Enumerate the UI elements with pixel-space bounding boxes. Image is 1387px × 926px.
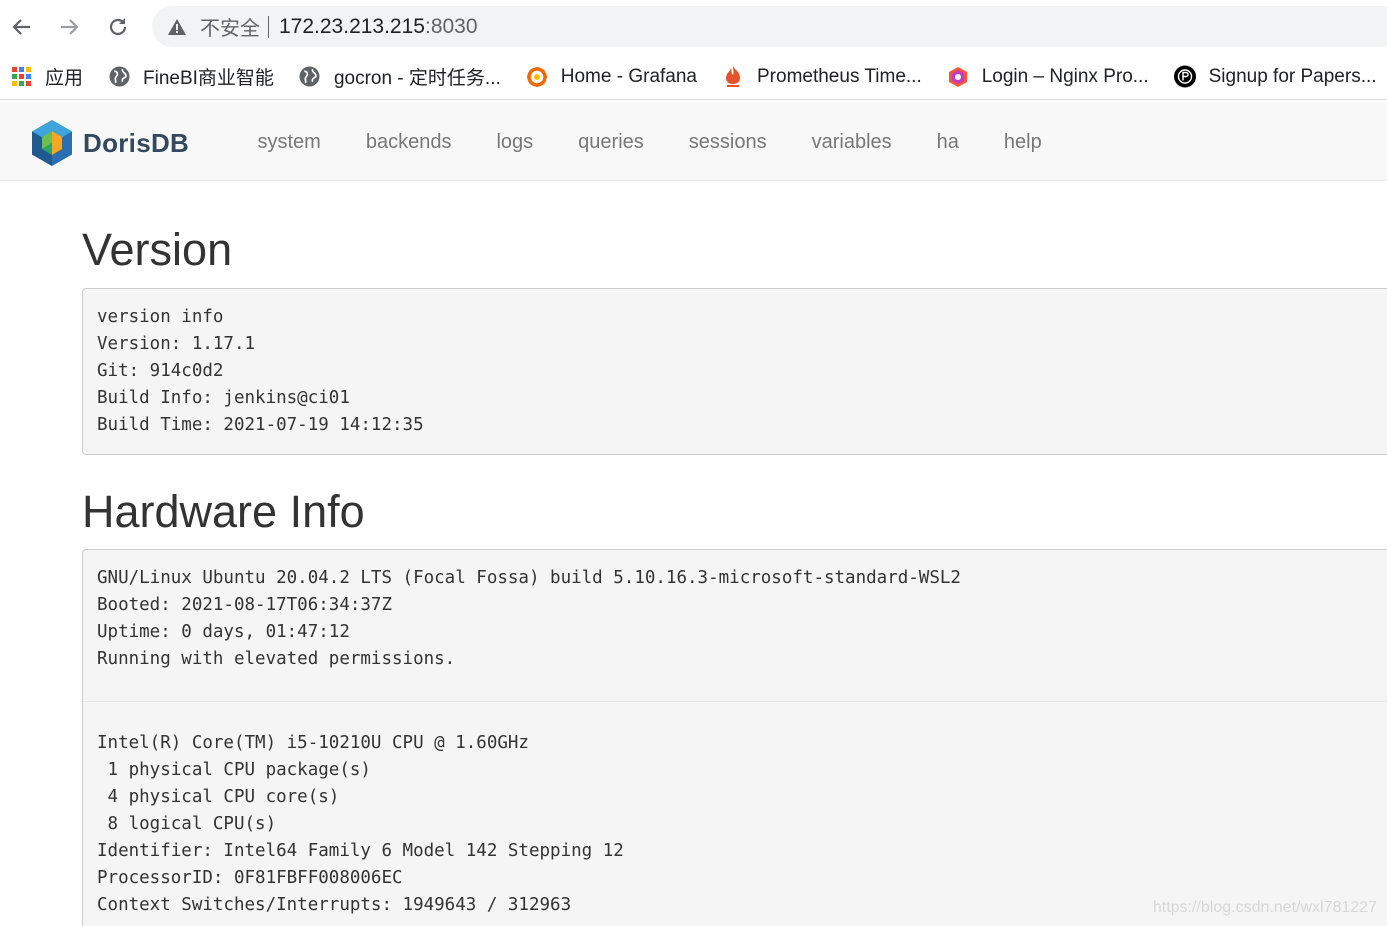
bookmarks-bar: 应用 FineBI商业智能 gocron - 定时任务... Home - Gr… <box>0 54 1387 100</box>
url-host: 172.23.213.215 <box>279 14 425 38</box>
version-heading: Version <box>82 224 233 275</box>
nav-logs[interactable]: logs <box>474 131 556 154</box>
reload-button[interactable] <box>104 10 132 44</box>
globe-icon <box>299 66 321 88</box>
reload-icon <box>109 18 127 36</box>
security-label[interactable]: 不安全 <box>200 12 260 41</box>
cpu-info-text: Intel(R) Core(TM) i5-10210U CPU @ 1.60GH… <box>97 733 624 915</box>
nav-variables[interactable]: variables <box>789 131 914 154</box>
nav-help[interactable]: help <box>981 131 1064 154</box>
watermark: https://blog.csdn.net/wxl781227 <box>1152 899 1377 916</box>
address-bar[interactable]: 不安全 172.23.213.215 :8030 <box>152 6 1387 47</box>
nav-ha[interactable]: ha <box>914 131 981 154</box>
browser-toolbar: 不安全 172.23.213.215 :8030 <box>0 0 1387 54</box>
globe-icon <box>108 66 130 88</box>
section-divider <box>83 701 1387 702</box>
bookmark-label: Home - Grafana <box>560 65 697 87</box>
arrow-right-icon <box>61 19 79 35</box>
bookmark-label: Login – Nginx Pro... <box>981 65 1149 87</box>
apps-grid-icon <box>10 66 32 88</box>
grafana-icon <box>526 66 548 88</box>
brand-link[interactable]: DorisDB <box>30 119 189 167</box>
app-navbar: DorisDB system backends logs queries ses… <box>0 103 1387 181</box>
hardware-info-panel: GNU/Linux Ubuntu 20.04.2 LTS (Focal Foss… <box>82 549 1387 926</box>
nav-system[interactable]: system <box>235 131 343 154</box>
bookmark-prometheus[interactable]: Prometheus Time... <box>714 59 930 95</box>
nav-sessions[interactable]: sessions <box>666 131 789 154</box>
papers-icon <box>1173 65 1196 88</box>
nginx-proxy-icon <box>947 66 969 88</box>
warning-icon <box>168 18 186 36</box>
bookmark-apps[interactable]: 应用 <box>2 59 91 95</box>
version-info-text: version info Version: 1.17.1 Git: 914c0d… <box>97 307 424 435</box>
bookmark-finebi[interactable]: FineBI商业智能 <box>100 59 282 95</box>
bookmark-label: Prometheus Time... <box>757 65 922 87</box>
bookmark-grafana[interactable]: Home - Grafana <box>518 59 705 95</box>
bookmark-gocron[interactable]: gocron - 定时任务... <box>291 59 509 95</box>
bookmark-label: 应用 <box>45 68 84 89</box>
version-info-panel: version info Version: 1.17.1 Git: 914c0d… <box>82 288 1387 455</box>
url-port: :8030 <box>424 14 478 38</box>
bookmark-label: gocron - 定时任务... <box>333 68 501 89</box>
nav-links: system backends logs queries sessions va… <box>235 103 1064 181</box>
bookmark-papers[interactable]: Signup for Papers... <box>1166 59 1385 95</box>
hardware-heading: Hardware Info <box>82 486 365 537</box>
forward-button[interactable] <box>55 10 83 44</box>
omnibox-divider <box>268 15 269 38</box>
os-info-text: GNU/Linux Ubuntu 20.04.2 LTS (Focal Foss… <box>97 568 961 669</box>
arrow-left-icon <box>12 19 30 35</box>
nav-backends[interactable]: backends <box>343 131 474 154</box>
back-button[interactable] <box>8 10 36 44</box>
prometheus-icon <box>722 65 744 88</box>
dorisdb-logo-icon <box>32 120 72 166</box>
brand-name: DorisDB <box>83 127 190 158</box>
bookmark-nginx-proxy[interactable]: Login – Nginx Pro... <box>939 59 1157 95</box>
nav-queries[interactable]: queries <box>556 131 667 154</box>
bookmark-label: Signup for Papers... <box>1208 65 1377 87</box>
bookmark-label: FineBI商业智能 <box>143 68 274 89</box>
